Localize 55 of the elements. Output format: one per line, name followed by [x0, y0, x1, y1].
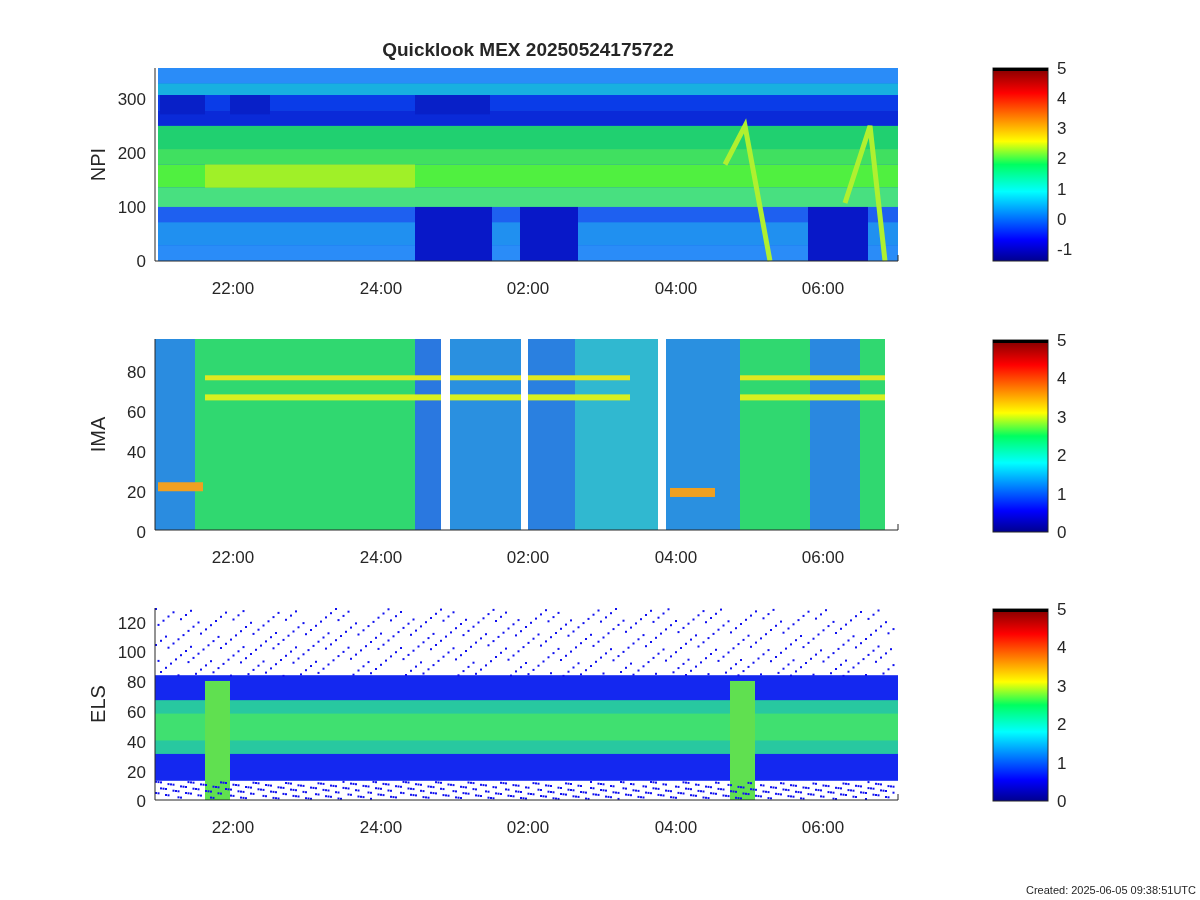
axis-label: IMA: [87, 416, 109, 453]
colorbar-tick-label: 4: [1057, 369, 1067, 389]
tick-label: 60: [127, 703, 146, 722]
colorbar-tick-label: 2: [1057, 149, 1067, 169]
colorbar-tick-label: 5: [1057, 331, 1067, 350]
tick-label: 40: [127, 733, 146, 752]
tick-label: 20: [127, 763, 146, 782]
colorbar-tick-label: 4: [1057, 638, 1067, 658]
creation-timestamp: Created: 2025-06-05 09:38:51UTC: [1026, 884, 1196, 896]
colorbar-tick-label: 4: [1057, 89, 1067, 108]
colorbar-tick-label: 5: [1057, 58, 1067, 78]
tick-label: 60: [127, 403, 146, 422]
tick-label: 04:00: [654, 548, 698, 567]
tick-label: 22:00: [211, 548, 255, 567]
tick-label: 24:00: [359, 279, 403, 298]
colorbar-tick-label: 0: [1057, 523, 1067, 542]
tick-label: 120: [117, 614, 146, 633]
tick-label: 80: [127, 673, 146, 692]
tick-label: 200: [117, 144, 146, 163]
colorbar-tick-label: 0: [1057, 792, 1067, 811]
tick-label: 22:00: [211, 279, 255, 298]
tick-label: 06:00: [801, 548, 845, 567]
tick-label: 40: [127, 443, 146, 462]
tick-label: 20: [127, 483, 146, 502]
axis-label: NPI: [87, 147, 109, 182]
tick-label: 24:00: [359, 548, 403, 567]
colorbar-tick-label: 2: [1057, 446, 1067, 466]
tick-label: 100: [117, 643, 146, 662]
colorbar-tick-label: 1: [1057, 484, 1067, 504]
colorbar-tick-label: 0: [1057, 209, 1067, 229]
tick-label: 02:00: [506, 548, 550, 567]
axis-label: ELS: [87, 685, 109, 723]
tick-label: 80: [127, 363, 146, 382]
tick-label: 06:00: [801, 818, 845, 837]
colorbar-tick-label: 5: [1057, 600, 1067, 619]
tick-label: 0: [136, 523, 146, 542]
colorbar-tick-label: 1: [1057, 753, 1067, 773]
tick-label: 06:00: [801, 279, 845, 298]
colorbar-tick-label: 1: [1057, 179, 1067, 199]
tick-label: 100: [117, 198, 146, 217]
tick-label: 24:00: [359, 818, 403, 837]
tick-label: 02:00: [506, 818, 550, 837]
tick-label: 04:00: [654, 279, 698, 298]
colorbar-tick-label: -1: [1057, 240, 1073, 259]
tick-label: 0: [136, 252, 146, 271]
colorbar-tick-label: 3: [1057, 676, 1067, 696]
tick-label: 22:00: [211, 818, 255, 837]
tick-label: 04:00: [654, 818, 698, 837]
colorbar-tick-label: 3: [1057, 119, 1067, 139]
tick-label: 02:00: [506, 279, 550, 298]
tick-label: 300: [117, 90, 146, 109]
colorbar-tick-label: 2: [1057, 715, 1067, 735]
colorbar-tick-label: 3: [1057, 407, 1067, 427]
figure-title: Quicklook MEX 20250524175722: [382, 39, 674, 60]
tick-label: 0: [136, 792, 146, 811]
